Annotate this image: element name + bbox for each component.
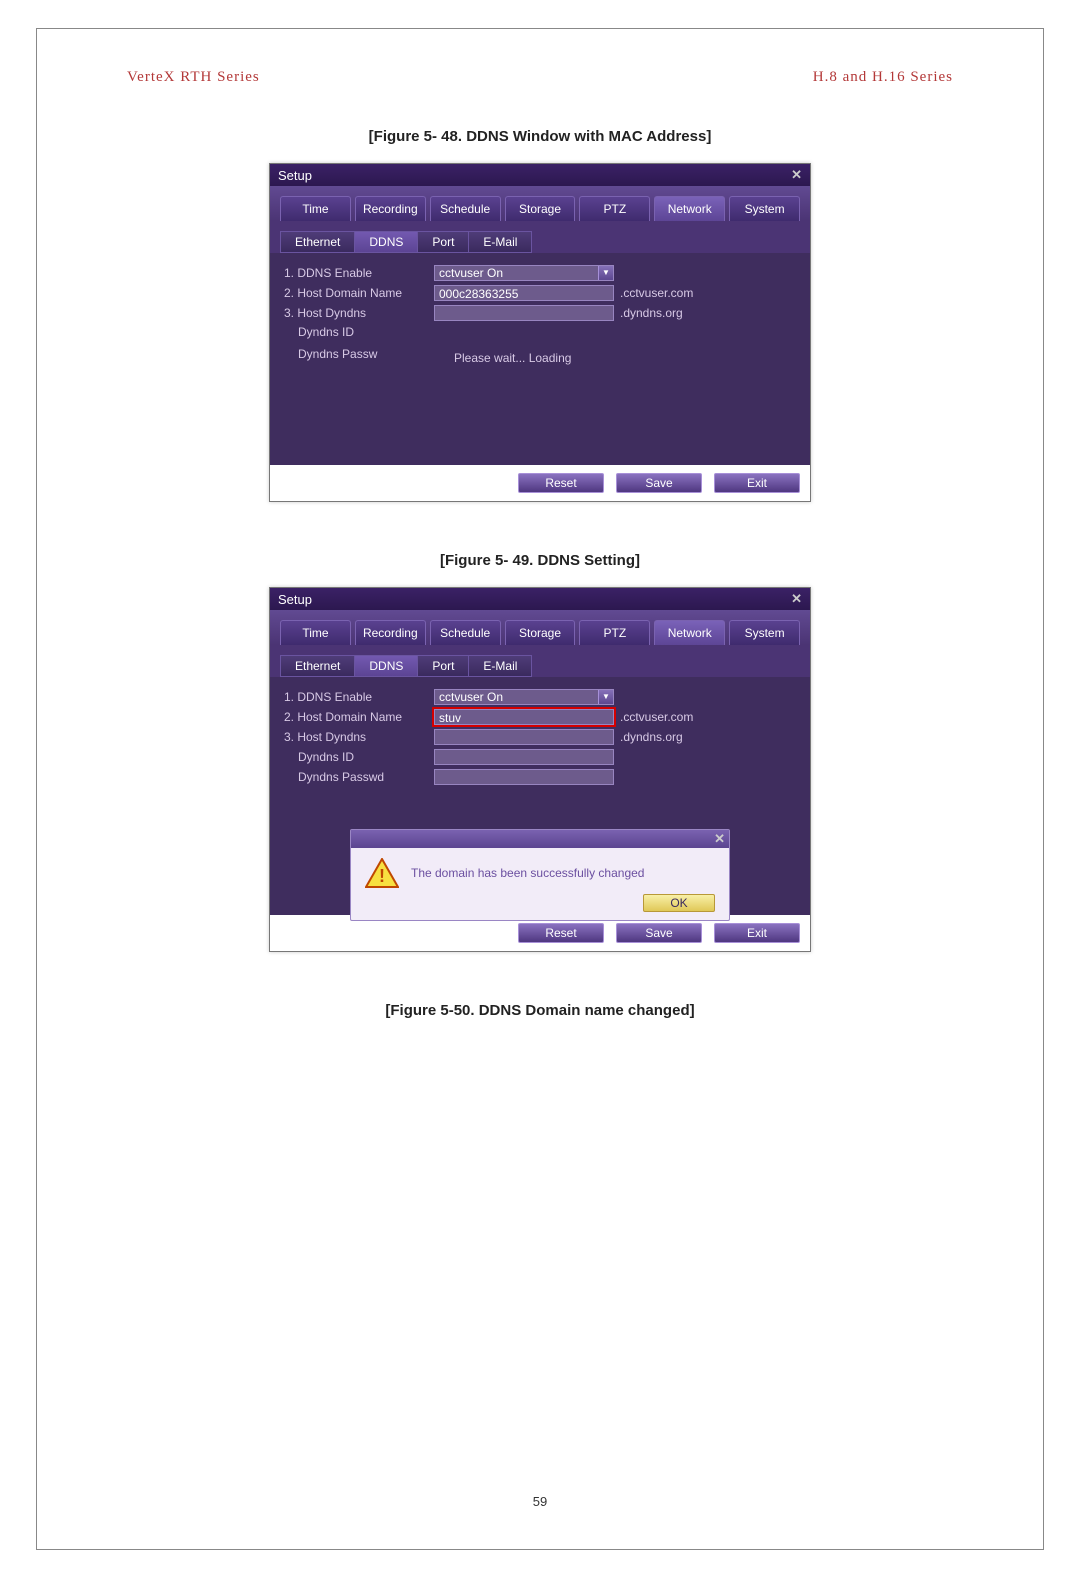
figure-50-caption: [Figure 5-50. DDNS Domain name changed] <box>127 1002 953 1019</box>
dyndns-id-input[interactable] <box>434 749 614 765</box>
tab-recording[interactable]: Recording <box>355 620 426 645</box>
main-tab-row: Time Recording Schedule Storage PTZ Netw… <box>270 186 810 221</box>
tab-schedule[interactable]: Schedule <box>430 196 501 221</box>
confirm-popup: ✕ ! The domain has been successfully cha… <box>350 829 730 921</box>
ddns-enable-value: cctvuser On <box>439 689 503 705</box>
setup-window-fig49: Setup ✕ Time Recording Schedule Storage … <box>269 587 811 952</box>
warning-icon: ! <box>365 858 399 888</box>
chevron-down-icon: ▼ <box>598 690 613 704</box>
label-ddns-enable: 1. DDNS Enable <box>284 690 434 704</box>
label-host-dyndns: 3. Host Dyndns <box>284 306 434 320</box>
save-button[interactable]: Save <box>616 923 702 943</box>
label-ddns-enable: 1. DDNS Enable <box>284 266 434 280</box>
header-right: H.8 and H.16 Series <box>813 69 953 86</box>
popup-message: The domain has been successfully changed <box>411 866 715 880</box>
sub-tab-row: Ethernet DDNS Port E-Mail <box>270 221 810 253</box>
close-icon[interactable]: ✕ <box>714 831 725 847</box>
setup-window-fig48: Setup ✕ Time Recording Schedule Storage … <box>269 163 811 502</box>
tab-network[interactable]: Network <box>654 620 725 645</box>
loading-text: Please wait... Loading <box>454 351 571 365</box>
window-title: Setup <box>278 168 312 183</box>
tab-storage[interactable]: Storage <box>505 196 576 221</box>
subtab-port[interactable]: Port <box>417 655 468 677</box>
exit-button[interactable]: Exit <box>714 473 800 493</box>
window-title: Setup <box>278 592 312 607</box>
sub-tab-row: Ethernet DDNS Port E-Mail <box>270 645 810 677</box>
tab-time[interactable]: Time <box>280 620 351 645</box>
suffix-dyndns: .dyndns.org <box>620 730 683 744</box>
svg-text:!: ! <box>379 866 385 886</box>
tab-storage[interactable]: Storage <box>505 620 576 645</box>
reset-button[interactable]: Reset <box>518 923 604 943</box>
figure-48-caption: [Figure 5- 48. DDNS Window with MAC Addr… <box>127 128 953 145</box>
host-domain-input[interactable]: 000c28363255 <box>434 285 614 301</box>
tab-network[interactable]: Network <box>654 196 725 221</box>
host-dyndns-input[interactable] <box>434 729 614 745</box>
ddns-enable-value: cctvuser On <box>439 265 503 281</box>
tab-ptz[interactable]: PTZ <box>579 196 650 221</box>
header-left: VerteX RTH Series <box>127 69 260 86</box>
label-dyndns-pw: Dyndns Passw <box>284 347 434 361</box>
suffix-cctvuser: .cctvuser.com <box>620 710 693 724</box>
label-host-dyndns: 3. Host Dyndns <box>284 730 434 744</box>
suffix-cctvuser: .cctvuser.com <box>620 286 693 300</box>
ddns-enable-dropdown[interactable]: cctvuser On ▼ <box>434 265 614 281</box>
ddns-enable-dropdown[interactable]: cctvuser On ▼ <box>434 689 614 705</box>
subtab-ddns[interactable]: DDNS <box>354 231 417 253</box>
main-tab-row: Time Recording Schedule Storage PTZ Netw… <box>270 610 810 645</box>
subtab-port[interactable]: Port <box>417 231 468 253</box>
subtab-ddns[interactable]: DDNS <box>354 655 417 677</box>
label-dyndns-id: Dyndns ID <box>284 750 434 764</box>
subtab-ethernet[interactable]: Ethernet <box>280 655 354 677</box>
tab-schedule[interactable]: Schedule <box>430 620 501 645</box>
tab-ptz[interactable]: PTZ <box>579 620 650 645</box>
subtab-email[interactable]: E-Mail <box>468 655 532 677</box>
subtab-ethernet[interactable]: Ethernet <box>280 231 354 253</box>
tab-system[interactable]: System <box>729 196 800 221</box>
tab-recording[interactable]: Recording <box>355 196 426 221</box>
subtab-email[interactable]: E-Mail <box>468 231 532 253</box>
figure-49-caption: [Figure 5- 49. DDNS Setting] <box>127 552 953 569</box>
label-host-domain: 2. Host Domain Name <box>284 710 434 724</box>
label-dyndns-pw: Dyndns Passwd <box>284 770 434 784</box>
close-icon[interactable]: ✕ <box>791 167 802 183</box>
label-dyndns-id: Dyndns ID <box>284 325 434 339</box>
page-number: 59 <box>37 1494 1043 1509</box>
close-icon[interactable]: ✕ <box>791 591 802 607</box>
tab-time[interactable]: Time <box>280 196 351 221</box>
host-domain-input[interactable]: stuv <box>434 709 614 725</box>
exit-button[interactable]: Exit <box>714 923 800 943</box>
label-host-domain: 2. Host Domain Name <box>284 286 434 300</box>
save-button[interactable]: Save <box>616 473 702 493</box>
ok-button[interactable]: OK <box>643 894 715 912</box>
reset-button[interactable]: Reset <box>518 473 604 493</box>
chevron-down-icon: ▼ <box>598 266 613 280</box>
dyndns-passwd-input[interactable] <box>434 769 614 785</box>
suffix-dyndns: .dyndns.org <box>620 306 683 320</box>
host-dyndns-input[interactable] <box>434 305 614 321</box>
tab-system[interactable]: System <box>729 620 800 645</box>
